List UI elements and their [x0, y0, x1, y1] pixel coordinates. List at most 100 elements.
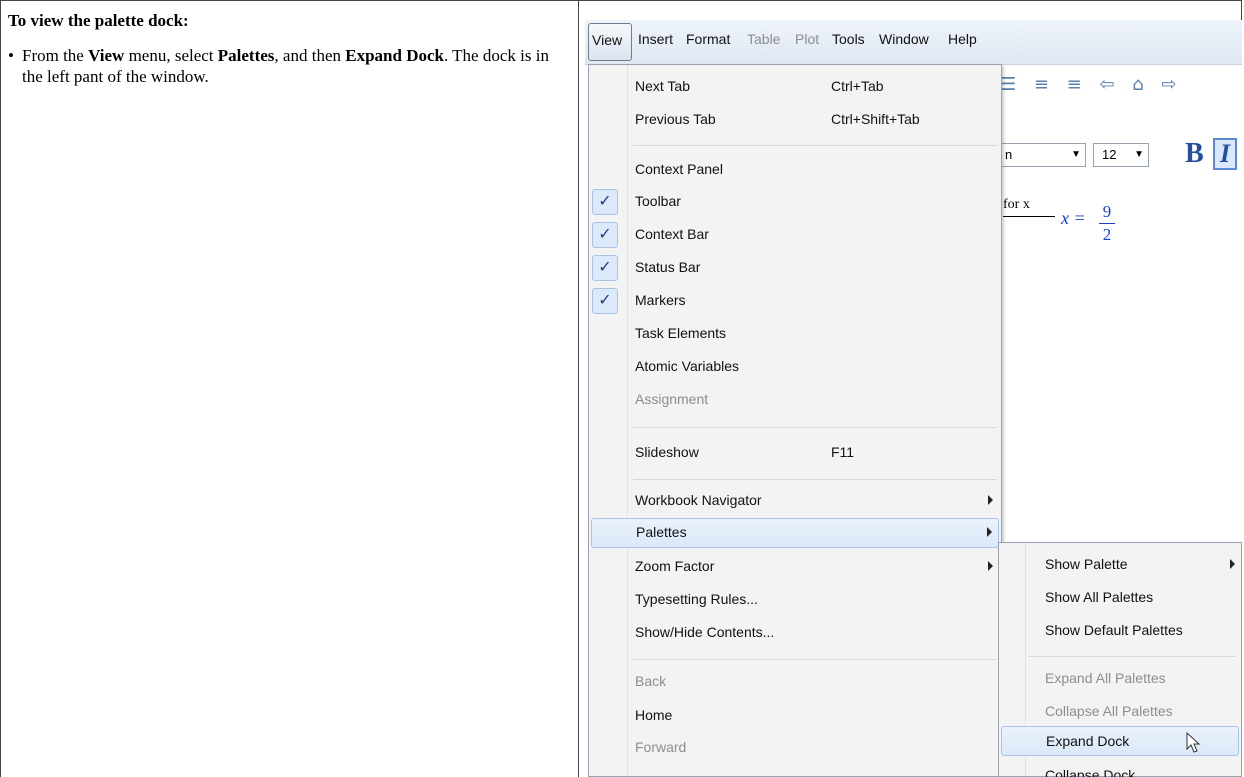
menu-item-label: Task Elements [635, 325, 727, 341]
menu-item-label: Forward [635, 739, 687, 755]
menu-window[interactable]: Window [879, 31, 929, 47]
checkmark-icon: ✓ [592, 288, 618, 314]
menu-separator [633, 659, 997, 660]
menu-item-toolbar[interactable]: ✓ Toolbar [589, 187, 1001, 217]
column-divider [578, 0, 579, 777]
bold-button[interactable]: B [1185, 138, 1204, 170]
menu-item-palettes[interactable]: Palettes [591, 518, 999, 548]
menu-bar: View Insert Format Table Plot Tools Wind… [585, 20, 1242, 65]
submenu-item-label: Show Palette [1045, 556, 1128, 572]
checkmark-icon: ✓ [592, 189, 618, 215]
submenu-item-collapse-dock[interactable]: Collapse Dock [999, 760, 1241, 777]
submenu-arrow-icon [988, 495, 993, 505]
menu-item-label: Palettes [636, 524, 687, 540]
instruction-text-part: menu, select [124, 46, 218, 65]
menu-help[interactable]: Help [948, 31, 977, 47]
menu-item-shortcut: Ctrl+Tab [831, 78, 884, 94]
font-combo[interactable]: n ▼ [1000, 143, 1086, 167]
menu-item-label: Status Bar [635, 259, 701, 275]
instruction-text-part: From the [22, 46, 89, 65]
menu-item-next-tab[interactable]: Next Tab Ctrl+Tab [589, 72, 1001, 102]
menu-item-label: Atomic Variables [635, 358, 740, 374]
menu-view[interactable]: View [588, 23, 632, 61]
submenu-item-expand-dock[interactable]: Expand Dock [1001, 726, 1239, 756]
submenu-item-label: Show All Palettes [1045, 589, 1154, 605]
menu-separator [633, 427, 997, 428]
menu-item-label: Slideshow [635, 444, 699, 460]
menu-item-task-elements[interactable]: Task Elements [589, 319, 1001, 349]
menu-item-label: Context Panel [635, 161, 723, 177]
menu-table[interactable]: Table [747, 31, 780, 47]
menu-insert[interactable]: Insert [638, 31, 673, 47]
menu-item-context-panel[interactable]: Context Panel [589, 155, 1001, 185]
menu-item-label: Markers [635, 292, 686, 308]
equation-arrow [1003, 216, 1055, 217]
instruction-text: From the View menu, select Palettes, and… [22, 45, 573, 87]
submenu-item-label: Expand All Palettes [1045, 670, 1166, 686]
menu-item-zoom-factor[interactable]: Zoom Factor [589, 552, 1001, 582]
instruction-bold-palettes: Palettes [217, 46, 275, 65]
checkmark-icon: ✓ [592, 255, 618, 281]
menu-item-slideshow[interactable]: Slideshow F11 [589, 438, 1001, 468]
checkmark-icon: ✓ [592, 222, 618, 248]
menu-item-label: Previous Tab [635, 111, 716, 127]
combo-chevron-icon: ▼ [1134, 149, 1144, 160]
menu-format[interactable]: Format [686, 31, 730, 47]
fraction-numerator: 9 [1102, 202, 1112, 221]
menu-item-context-bar[interactable]: ✓ Context Bar [589, 220, 1001, 250]
submenu-item-expand-all-palettes[interactable]: Expand All Palettes [999, 663, 1241, 693]
menu-item-markers[interactable]: ✓ Markers [589, 286, 1001, 316]
instruction-bullet: • From the View menu, select Palettes, a… [8, 45, 573, 87]
submenu-item-collapse-all-palettes[interactable]: Collapse All Palettes [999, 696, 1241, 726]
menu-item-previous-tab[interactable]: Previous Tab Ctrl+Shift+Tab [589, 105, 1001, 135]
view-menu-dropdown: Next Tab Ctrl+Tab Previous Tab Ctrl+Shift+… [588, 64, 1002, 777]
submenu-arrow-icon [988, 561, 993, 571]
submenu-arrow-icon [1230, 559, 1235, 569]
submenu-item-show-all-palettes[interactable]: Show All Palettes [999, 582, 1241, 612]
size-combo[interactable]: 12 ▼ [1093, 143, 1149, 167]
equation-lhs: x = [1061, 208, 1086, 228]
menu-item-back[interactable]: Back [589, 667, 1001, 697]
size-combo-value: 12 [1102, 147, 1117, 162]
menu-tools[interactable]: Tools [832, 31, 865, 47]
menu-item-status-bar[interactable]: ✓ Status Bar [589, 253, 1001, 283]
instruction-bold-expand-dock: Expand Dock [345, 46, 444, 65]
font-combo-value: n [1005, 147, 1013, 162]
menu-item-assignment[interactable]: Assignment [589, 385, 1001, 415]
menu-item-label: Assignment [635, 391, 709, 407]
menu-item-show-hide-contents[interactable]: Show/Hide Contents... [589, 618, 1001, 648]
italic-button[interactable]: I [1213, 138, 1237, 170]
menu-item-label: Home [635, 707, 673, 723]
toolbar-icons[interactable]: ☰ ≡ ≡ ⇦ ⌂ ⇨ [1000, 74, 1183, 95]
menu-plot[interactable]: Plot [795, 31, 819, 47]
palettes-submenu: Show Palette Show All Palettes Show Defa… [998, 542, 1242, 777]
submenu-arrow-icon [987, 527, 992, 537]
menu-item-label: Workbook Navigator [635, 492, 762, 508]
submenu-item-label: Expand Dock [1046, 733, 1130, 749]
menu-item-shortcut: F11 [831, 444, 855, 460]
menu-item-home[interactable]: Home [589, 701, 1001, 731]
bullet-glyph: • [8, 46, 14, 65]
menu-item-label: Toolbar [635, 193, 681, 209]
submenu-item-show-default-palettes[interactable]: Show Default Palettes [999, 615, 1241, 645]
menu-view-label: View [592, 32, 623, 48]
equation-label: for x [1003, 197, 1030, 212]
menu-item-workbook-navigator[interactable]: Workbook Navigator [589, 486, 1001, 516]
fraction-denominator: 2 [1102, 225, 1112, 244]
menu-item-typesetting-rules[interactable]: Typesetting Rules... [589, 585, 1001, 615]
app-screenshot: View Insert Format Table Plot Tools Wind… [585, 20, 1242, 777]
menu-item-label: Typesetting Rules... [635, 591, 758, 607]
submenu-item-show-palette[interactable]: Show Palette [999, 549, 1241, 579]
menu-item-forward[interactable]: Forward [589, 733, 1001, 763]
menu-item-atomic-variables[interactable]: Atomic Variables [589, 352, 1001, 382]
submenu-item-label: Show Default Palettes [1045, 622, 1183, 638]
mouse-cursor-icon [1186, 732, 1201, 753]
instructions-panel: To view the palette dock: • From the Vie… [8, 10, 573, 87]
instructions-heading: To view the palette dock: [8, 11, 189, 30]
menu-item-label: Next Tab [635, 78, 690, 94]
menu-separator [1029, 656, 1235, 657]
menu-item-label: Context Bar [635, 226, 709, 242]
instruction-text-part: , and then [274, 46, 346, 65]
submenu-item-label: Collapse All Palettes [1045, 703, 1173, 719]
instruction-bold-view: View [88, 46, 125, 65]
